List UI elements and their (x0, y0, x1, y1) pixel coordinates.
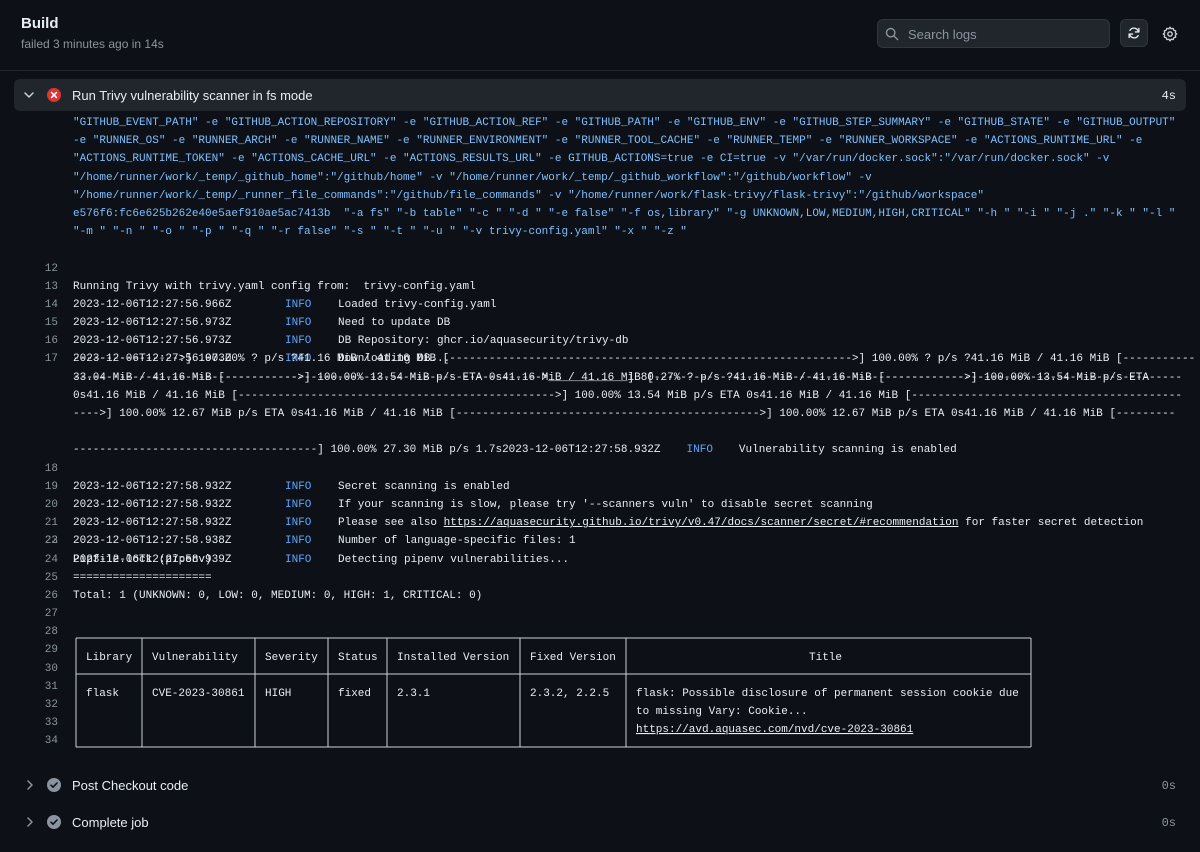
chevron-right-icon[interactable] (26, 780, 34, 790)
line-number[interactable]: 31 (20, 678, 58, 696)
log-line: 14 2023-12-06T12:27:56.973Z INFO Need to u… (0, 278, 1200, 329)
log-line: 15 2023-12-06T12:27:56.973Z INFO DB Reposi… (0, 296, 1200, 347)
job-status-subtitle: failed 3 minutes ago in 14s (21, 37, 164, 51)
line-number[interactable]: 25 (20, 569, 58, 587)
th-fixed-version: Fixed Version (530, 652, 616, 664)
cell-severity: HIGH (265, 688, 291, 700)
line-number[interactable]: 32 (20, 696, 58, 714)
th-status: Status (338, 652, 378, 664)
log-line: 24 Pipfile.lock (pipenv) (0, 551, 1200, 569)
step-name: Complete job (72, 815, 149, 830)
line-number[interactable]: 26 (20, 587, 58, 605)
cell-vulnerability: CVE-2023-30861 (152, 688, 245, 700)
table-row: flask CVE-2023-30861 HIGH fixed 2.3.1 2.… (86, 688, 1019, 736)
check-circle-icon (47, 815, 61, 829)
log-line: -e "RUNNER_OS" -e "RUNNER_ARCH" -e "RUNN… (73, 135, 1143, 148)
cell-library: flask (86, 688, 119, 700)
refresh-icon (1128, 27, 1140, 39)
step-duration: 4s (1161, 89, 1176, 103)
line-number[interactable]: 23 (20, 532, 58, 550)
log-line: 12 Running Trivy with trivy.yaml config … (0, 241, 1200, 293)
search-input[interactable] (906, 24, 1105, 45)
search-icon (885, 27, 899, 41)
line-number[interactable]: 29 (20, 641, 58, 659)
log-line: "GITHUB_EVENT_PATH" -e "GITHUB_ACTION_RE… (73, 117, 1176, 129)
th-title: Title (809, 652, 842, 664)
vulnerability-table: Library Vulnerability Severity Status In… (75, 637, 1032, 748)
line-number[interactable]: 33 (20, 714, 58, 732)
step-duration: 0s (1161, 779, 1176, 793)
log-line: 21 2023-12-06T12:27:58.938Z INFO Number of… (0, 496, 1200, 547)
log-line: 22 2023-12-06T12:27:58.939Z INFO Detecting… (0, 514, 1200, 565)
th-installed-version: Installed Version (397, 652, 509, 664)
settings-button[interactable] (1156, 20, 1184, 48)
log-line: 20 2023-12-06T12:27:58.932Z INFO Please se… (0, 478, 1200, 529)
step-name: Post Checkout code (72, 778, 189, 793)
line-number[interactable]: 30 (20, 660, 58, 678)
log-line: 23 (0, 532, 1200, 550)
th-severity: Severity (265, 652, 318, 664)
job-title: Build (21, 15, 59, 32)
x-circle-icon (47, 88, 61, 102)
log-line: 25 ===================== (0, 569, 1200, 587)
line-number[interactable]: 34 (20, 732, 58, 750)
job-header: Build failed 3 minutes ago in 14s (0, 0, 1200, 71)
search-logs[interactable] (877, 19, 1110, 48)
line-number[interactable]: 28 (20, 623, 58, 641)
th-library: Library (86, 652, 133, 664)
th-vulnerability: Vulnerability (152, 652, 238, 664)
cell-status: fixed (338, 688, 371, 700)
chevron-down-icon[interactable] (24, 91, 34, 99)
check-circle-icon (47, 778, 61, 792)
log-line: "ACTIONS_RUNTIME_TOKEN" -e "ACTIONS_CACH… (73, 153, 1110, 166)
refresh-button[interactable] (1120, 19, 1148, 47)
cell-title-line: to missing Vary: Cookie... (636, 706, 808, 718)
log-line: 26 Total: 1 (UNKNOWN: 0, LOW: 0, MEDIUM: … (0, 587, 1200, 605)
step-post-checkout-code[interactable]: Post Checkout code 0s (14, 770, 1186, 800)
step-complete-job[interactable]: Complete job 0s (14, 807, 1186, 837)
cell-installed-version: 2.3.1 (397, 688, 430, 700)
cell-title-line: flask: Possible disclosure of permanent … (636, 688, 1019, 700)
cell-fixed-version: 2.3.2, 2.2.5 (530, 688, 609, 700)
step-name: Run Trivy vulnerability scanner in fs mo… (72, 88, 313, 103)
table-header-row: Library Vulnerability Severity Status In… (86, 652, 842, 664)
cve-link[interactable]: https://avd.aquasec.com/nvd/cve-2023-308… (636, 724, 914, 736)
log-line: 18 2023-12-06T12:27:58.932Z INFO Secret sc… (0, 441, 1200, 493)
log-line: 27 (0, 605, 1200, 623)
step-header-trivy[interactable]: Run Trivy vulnerability scanner in fs mo… (14, 79, 1186, 111)
line-number[interactable]: 24 (20, 551, 58, 569)
chevron-right-icon[interactable] (26, 817, 34, 827)
log-line: "/home/runner/work/_temp/_github_home":"… (73, 171, 872, 184)
log-line: 13 2023-12-06T12:27:56.966Z INFO Loaded tr… (0, 260, 1200, 311)
log-line-progress: 17 33.04 MiB / 41.16 MiB [--------------… (0, 332, 1200, 383)
log-line: "-m " "-n " "-o " "-p " "-q " "-r false"… (73, 226, 687, 239)
line-number[interactable]: 27 (20, 605, 58, 623)
gear-icon (1162, 26, 1178, 42)
log-line: 16 2023-12-06T12:27:56.973Z INFO Downloadi… (0, 314, 1200, 365)
log-line: "/home/runner/work/_temp/_runner_file_co… (73, 189, 984, 202)
log-line: 19 2023-12-06T12:27:58.932Z INFO If your s… (0, 460, 1200, 511)
step-duration: 0s (1161, 816, 1176, 830)
log-line: e576f6:fc6e625b262e40e5aef910ae5ac7413b … (73, 207, 1176, 220)
